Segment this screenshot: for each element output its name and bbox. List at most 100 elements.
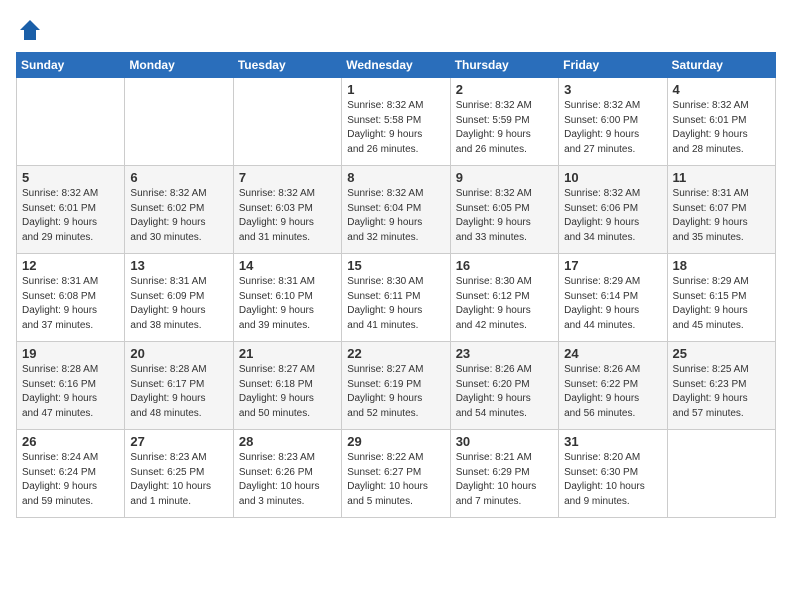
day-number: 15 [347,258,444,273]
day-info: Sunrise: 8:31 AM Sunset: 6:07 PM Dayligh… [673,187,770,245]
calendar-cell: 22 Sunrise: 8:27 AM Sunset: 6:19 PM Dayli… [342,342,450,430]
day-number: 7 [239,170,336,185]
calendar-cell: 8 Sunrise: 8:32 AM Sunset: 6:04 PM Daylig… [342,166,450,254]
day-info: Sunrise: 8:27 AM Sunset: 6:18 PM Dayligh… [239,363,336,421]
day-number: 14 [239,258,336,273]
calendar-cell: 5 Sunrise: 8:32 AM Sunset: 6:01 PM Daylig… [17,166,125,254]
calendar-cell: 26 Sunrise: 8:24 AM Sunset: 6:24 PM Dayli… [17,430,125,518]
day-info: Sunrise: 8:32 AM Sunset: 6:00 PM Dayligh… [564,99,661,157]
day-number: 21 [239,346,336,361]
logo-icon [16,16,44,44]
day-number: 28 [239,434,336,449]
day-info: Sunrise: 8:32 AM Sunset: 6:03 PM Dayligh… [239,187,336,245]
day-number: 1 [347,82,444,97]
calendar-week-row: 19 Sunrise: 8:28 AM Sunset: 6:16 PM Dayli… [17,342,776,430]
day-info: Sunrise: 8:20 AM Sunset: 6:30 PM Dayligh… [564,451,661,509]
day-number: 26 [22,434,119,449]
day-number: 31 [564,434,661,449]
calendar-cell: 6Sunrise: 8:32 AM Sunset: 6:02 PM Daylig… [125,166,233,254]
calendar-cell: 14 Sunrise: 8:31 AM Sunset: 6:10 PM Dayli… [233,254,341,342]
day-info: Sunrise: 8:25 AM Sunset: 6:23 PM Dayligh… [673,363,770,421]
day-number: 25 [673,346,770,361]
calendar-header: SundayMondayTuesdayWednesdayThursdayFrid… [17,53,776,78]
day-info: Sunrise: 8:27 AM Sunset: 6:19 PM Dayligh… [347,363,444,421]
weekday-header: Monday [125,53,233,78]
weekday-header: Wednesday [342,53,450,78]
calendar-cell: 10Sunrise: 8:32 AM Sunset: 6:06 PM Dayli… [559,166,667,254]
day-number: 8 [347,170,444,185]
calendar-cell: 21 Sunrise: 8:27 AM Sunset: 6:18 PM Dayli… [233,342,341,430]
day-number: 24 [564,346,661,361]
calendar-cell: 20 Sunrise: 8:28 AM Sunset: 6:17 PM Dayli… [125,342,233,430]
day-info: Sunrise: 8:28 AM Sunset: 6:16 PM Dayligh… [22,363,119,421]
day-number: 11 [673,170,770,185]
calendar-week-row: 26 Sunrise: 8:24 AM Sunset: 6:24 PM Dayli… [17,430,776,518]
day-number: 19 [22,346,119,361]
page-header [16,16,776,44]
day-info: Sunrise: 8:26 AM Sunset: 6:20 PM Dayligh… [456,363,553,421]
weekday-header: Thursday [450,53,558,78]
weekday-header: Friday [559,53,667,78]
calendar-cell: 15Sunrise: 8:30 AM Sunset: 6:11 PM Dayli… [342,254,450,342]
calendar-cell: 23 Sunrise: 8:26 AM Sunset: 6:20 PM Dayli… [450,342,558,430]
day-number: 5 [22,170,119,185]
day-info: Sunrise: 8:31 AM Sunset: 6:09 PM Dayligh… [130,275,227,333]
calendar-cell: 1 Sunrise: 8:32 AM Sunset: 5:58 PM Daylig… [342,78,450,166]
day-number: 18 [673,258,770,273]
calendar-cell [233,78,341,166]
calendar-cell: 4 Sunrise: 8:32 AM Sunset: 6:01 PM Daylig… [667,78,775,166]
calendar-week-row: 5 Sunrise: 8:32 AM Sunset: 6:01 PM Daylig… [17,166,776,254]
day-info: Sunrise: 8:32 AM Sunset: 5:59 PM Dayligh… [456,99,553,157]
day-number: 4 [673,82,770,97]
day-info: Sunrise: 8:24 AM Sunset: 6:24 PM Dayligh… [22,451,119,509]
day-info: Sunrise: 8:32 AM Sunset: 6:05 PM Dayligh… [456,187,553,245]
weekday-header: Saturday [667,53,775,78]
day-number: 27 [130,434,227,449]
day-number: 10 [564,170,661,185]
day-info: Sunrise: 8:31 AM Sunset: 6:08 PM Dayligh… [22,275,119,333]
day-number: 23 [456,346,553,361]
day-number: 12 [22,258,119,273]
calendar-cell: 2 Sunrise: 8:32 AM Sunset: 5:59 PM Daylig… [450,78,558,166]
calendar-week-row: 1 Sunrise: 8:32 AM Sunset: 5:58 PM Daylig… [17,78,776,166]
day-info: Sunrise: 8:26 AM Sunset: 6:22 PM Dayligh… [564,363,661,421]
calendar-cell [17,78,125,166]
day-number: 3 [564,82,661,97]
day-number: 2 [456,82,553,97]
calendar-cell: 17Sunrise: 8:29 AM Sunset: 6:14 PM Dayli… [559,254,667,342]
calendar-cell: 7 Sunrise: 8:32 AM Sunset: 6:03 PM Daylig… [233,166,341,254]
day-number: 16 [456,258,553,273]
day-info: Sunrise: 8:32 AM Sunset: 6:01 PM Dayligh… [673,99,770,157]
day-number: 9 [456,170,553,185]
day-info: Sunrise: 8:23 AM Sunset: 6:26 PM Dayligh… [239,451,336,509]
calendar-cell: 12 Sunrise: 8:31 AM Sunset: 6:08 PM Dayli… [17,254,125,342]
day-info: Sunrise: 8:32 AM Sunset: 6:01 PM Dayligh… [22,187,119,245]
calendar-cell [125,78,233,166]
day-info: Sunrise: 8:30 AM Sunset: 6:12 PM Dayligh… [456,275,553,333]
calendar-cell: 27 Sunrise: 8:23 AM Sunset: 6:25 PM Dayli… [125,430,233,518]
calendar-cell: 9 Sunrise: 8:32 AM Sunset: 6:05 PM Daylig… [450,166,558,254]
logo [16,16,48,44]
day-info: Sunrise: 8:32 AM Sunset: 6:04 PM Dayligh… [347,187,444,245]
day-info: Sunrise: 8:23 AM Sunset: 6:25 PM Dayligh… [130,451,227,509]
calendar-cell: 3 Sunrise: 8:32 AM Sunset: 6:00 PM Daylig… [559,78,667,166]
calendar-cell: 24 Sunrise: 8:26 AM Sunset: 6:22 PM Dayli… [559,342,667,430]
day-number: 20 [130,346,227,361]
day-number: 13 [130,258,227,273]
day-info: Sunrise: 8:32 AM Sunset: 5:58 PM Dayligh… [347,99,444,157]
calendar-cell: 18 Sunrise: 8:29 AM Sunset: 6:15 PM Dayli… [667,254,775,342]
day-info: Sunrise: 8:29 AM Sunset: 6:15 PM Dayligh… [673,275,770,333]
day-number: 22 [347,346,444,361]
calendar-cell: 19 Sunrise: 8:28 AM Sunset: 6:16 PM Dayli… [17,342,125,430]
day-info: Sunrise: 8:21 AM Sunset: 6:29 PM Dayligh… [456,451,553,509]
day-info: Sunrise: 8:31 AM Sunset: 6:10 PM Dayligh… [239,275,336,333]
day-info: Sunrise: 8:29 AM Sunset: 6:14 PM Dayligh… [564,275,661,333]
calendar-cell: 28 Sunrise: 8:23 AM Sunset: 6:26 PM Dayli… [233,430,341,518]
calendar-cell [667,430,775,518]
day-number: 29 [347,434,444,449]
day-info: Sunrise: 8:28 AM Sunset: 6:17 PM Dayligh… [130,363,227,421]
weekday-header: Tuesday [233,53,341,78]
day-info: Sunrise: 8:22 AM Sunset: 6:27 PM Dayligh… [347,451,444,509]
calendar-table: SundayMondayTuesdayWednesdayThursdayFrid… [16,52,776,518]
calendar-cell: 30Sunrise: 8:21 AM Sunset: 6:29 PM Dayli… [450,430,558,518]
